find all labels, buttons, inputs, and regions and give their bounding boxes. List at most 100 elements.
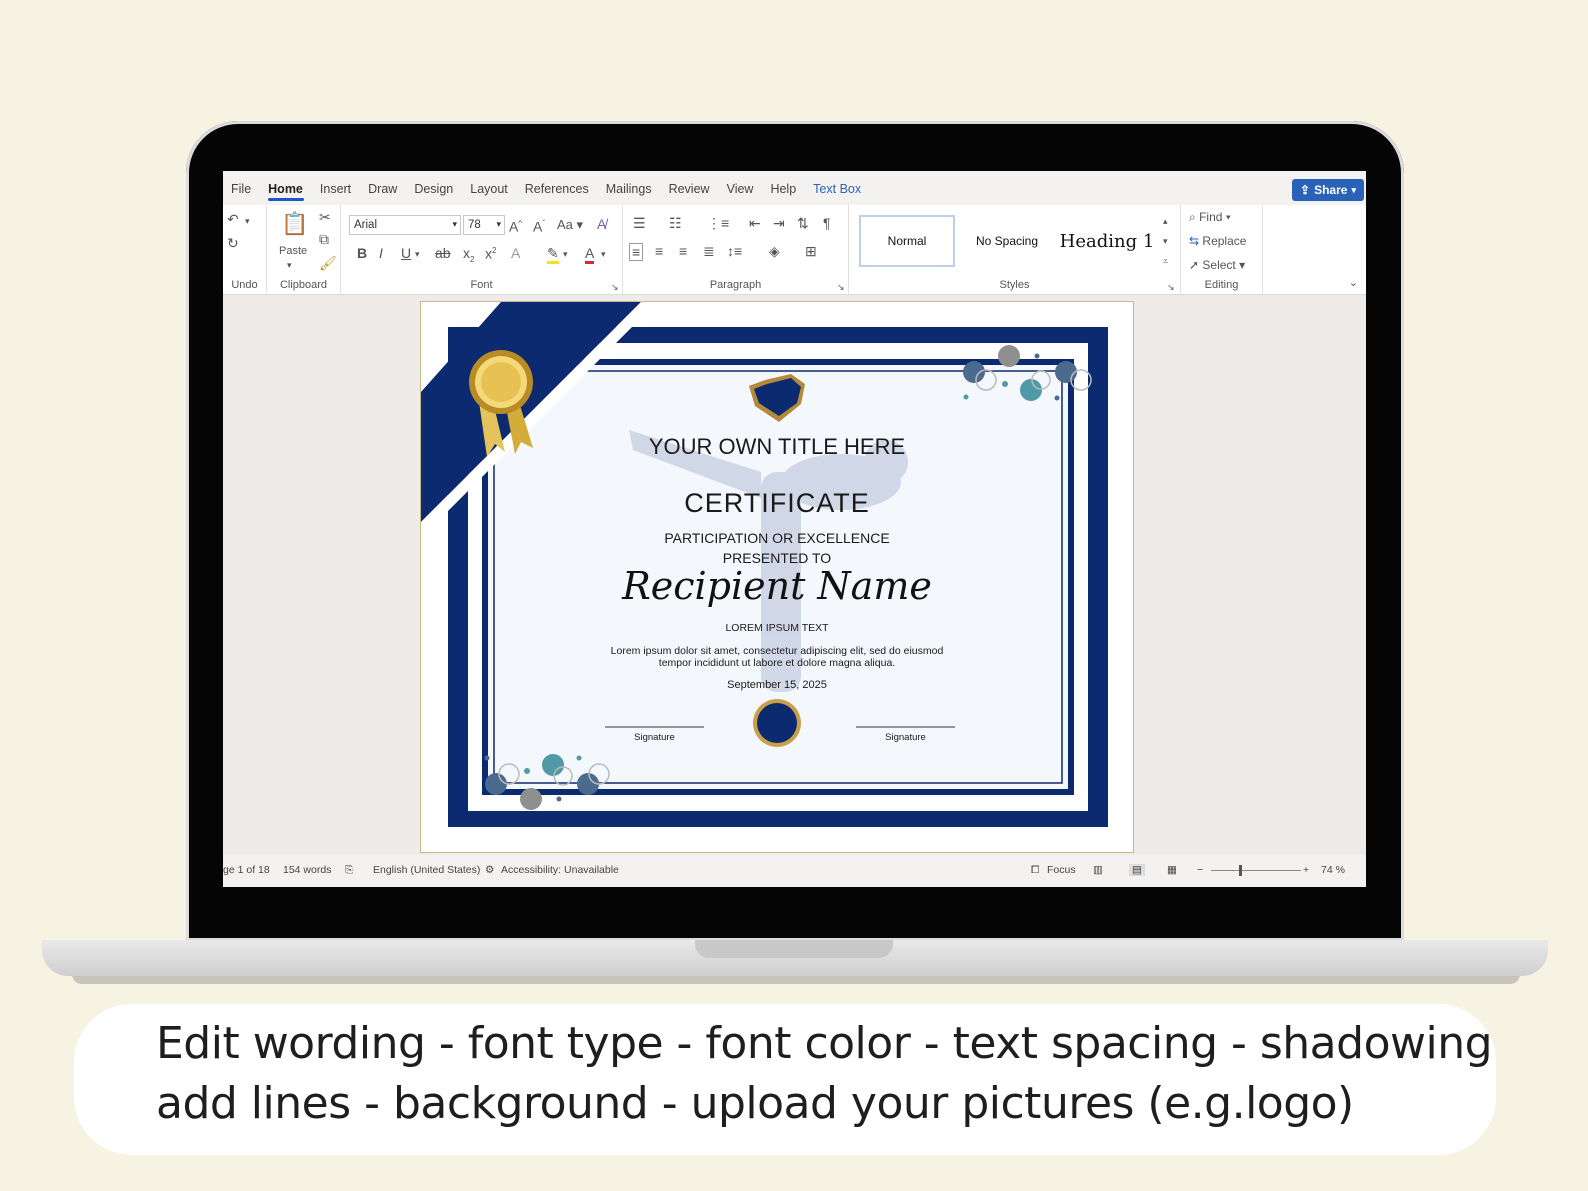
share-button[interactable]: ⇪ Share ▾: [1292, 179, 1364, 201]
collapse-ribbon-icon[interactable]: ⌄: [1349, 275, 1358, 291]
styles-more-icon[interactable]: ⩡: [1163, 253, 1168, 269]
styles-group: Normal No Spacing Heading 1 ▴ ▾ ⩡ ↘ Styl…: [849, 205, 1181, 295]
chevron-down-icon[interactable]: ▾: [287, 257, 292, 273]
tab-layout[interactable]: Layout: [462, 171, 517, 205]
highlight-icon[interactable]: ✎: [547, 245, 559, 264]
shading-icon[interactable]: ◈: [769, 243, 780, 259]
certificate-body-line-2[interactable]: tempor incididunt ut labore et dolore ma…: [421, 657, 1133, 669]
styles-scroll-down-icon[interactable]: ▾: [1163, 233, 1168, 249]
select-button[interactable]: ➚ Select ▾: [1189, 257, 1245, 273]
multilevel-list-icon[interactable]: ⋮≡: [707, 215, 729, 231]
increase-indent-icon[interactable]: ⇥: [773, 215, 785, 231]
certificate-date[interactable]: September 15, 2025: [421, 679, 1133, 691]
change-case-label: Aa: [557, 217, 573, 232]
editing-group: ⌕ Find ▾ ⇆ Replace ➚ Select ▾ Editing: [1181, 205, 1263, 295]
tab-draw[interactable]: Draw: [360, 171, 406, 205]
strikethrough-icon[interactable]: ab: [435, 245, 451, 261]
paste-icon[interactable]: 📋: [281, 211, 308, 237]
chevron-down-icon[interactable]: ▾: [601, 246, 606, 262]
tab-insert[interactable]: Insert: [312, 171, 360, 205]
certificate-recipient-name[interactable]: Recipient Name: [421, 564, 1133, 608]
show-formatting-icon[interactable]: ¶: [823, 215, 831, 231]
tab-view[interactable]: View: [719, 171, 763, 205]
paste-label[interactable]: Paste: [279, 243, 307, 259]
redo-icon[interactable]: ↻: [227, 235, 239, 251]
italic-icon[interactable]: I: [379, 245, 383, 261]
replace-button[interactable]: ⇆ Replace: [1189, 233, 1246, 249]
chevron-down-icon: ▾: [452, 219, 457, 229]
superscript-icon[interactable]: x2: [485, 243, 496, 262]
tab-review[interactable]: Review: [661, 171, 719, 205]
tab-mailings[interactable]: Mailings: [598, 171, 661, 205]
shrink-font-icon[interactable]: Aˇ: [533, 216, 545, 235]
font-name-value: Arial: [354, 219, 378, 231]
subscript-icon[interactable]: x2: [463, 245, 474, 268]
find-button[interactable]: ⌕ Find ▾: [1189, 209, 1231, 225]
bullets-icon[interactable]: ☰: [633, 215, 646, 231]
style-heading-1[interactable]: Heading 1: [1057, 215, 1157, 267]
language-status[interactable]: English (United States): [373, 864, 480, 876]
proofing-icon[interactable]: ⎘: [345, 864, 353, 877]
font-color-icon[interactable]: A: [585, 245, 595, 264]
underline-icon[interactable]: U: [401, 245, 411, 261]
format-painter-icon[interactable]: 🖌: [319, 255, 337, 271]
copy-icon[interactable]: ⧉: [319, 231, 329, 247]
select-label: Select: [1202, 258, 1236, 272]
web-layout-icon[interactable]: ▦: [1167, 864, 1177, 876]
certificate-title[interactable]: CERTIFICATE: [421, 488, 1133, 519]
borders-icon[interactable]: ⊞: [805, 243, 817, 259]
tab-text-box[interactable]: Text Box: [805, 171, 870, 205]
zoom-in-icon[interactable]: +: [1303, 864, 1309, 876]
sort-icon[interactable]: ⇅: [797, 215, 809, 231]
zoom-slider-thumb[interactable]: [1239, 865, 1242, 876]
cut-icon[interactable]: ✂: [319, 209, 331, 225]
word-window: File Home Insert Draw Design Layout Refe…: [223, 171, 1366, 887]
tab-help[interactable]: Help: [762, 171, 805, 205]
page-count[interactable]: ge 1 of 18: [223, 864, 270, 876]
read-mode-icon[interactable]: ▥: [1093, 864, 1103, 876]
zoom-out-icon[interactable]: −: [1197, 864, 1203, 876]
numbering-icon[interactable]: ☷: [669, 215, 682, 231]
tab-file[interactable]: File: [223, 171, 260, 205]
align-center-icon[interactable]: ≡: [655, 243, 663, 259]
zoom-slider-track[interactable]: [1211, 870, 1301, 871]
document-page[interactable]: YOUR OWN TITLE HERE CERTIFICATE PARTICIP…: [420, 301, 1134, 853]
chevron-down-icon[interactable]: ▾: [563, 246, 568, 262]
document-canvas[interactable]: YOUR OWN TITLE HERE CERTIFICATE PARTICIP…: [223, 296, 1366, 855]
certificate-subtitle-1[interactable]: PARTICIPATION OR EXCELLENCE: [421, 530, 1133, 546]
text-effects-icon[interactable]: A: [511, 245, 520, 261]
style-normal[interactable]: Normal: [859, 215, 955, 267]
accessibility-status[interactable]: Accessibility: Unavailable: [501, 864, 619, 876]
tab-references[interactable]: References: [517, 171, 598, 205]
certificate-own-title[interactable]: YOUR OWN TITLE HERE: [421, 434, 1133, 460]
justify-icon[interactable]: ≣: [703, 243, 715, 259]
signature-label-right[interactable]: Signature: [856, 732, 955, 743]
chevron-down-icon[interactable]: ▾: [245, 213, 250, 229]
clear-formatting-icon[interactable]: A̸: [597, 216, 606, 232]
bold-icon[interactable]: B: [357, 245, 367, 261]
certificate-lorem-heading[interactable]: LOREM IPSUM TEXT: [421, 622, 1133, 634]
print-layout-icon[interactable]: ▤: [1129, 864, 1145, 876]
signature-label-left[interactable]: Signature: [605, 732, 704, 743]
undo-icon[interactable]: ↶: [227, 211, 239, 227]
share-icon: ⇪: [1300, 183, 1311, 197]
zoom-level[interactable]: 74 %: [1321, 864, 1345, 876]
word-count[interactable]: 154 words: [283, 864, 331, 876]
font-size-dropdown[interactable]: 78 ▾: [463, 215, 505, 235]
change-case-button[interactable]: Aa ▾: [557, 217, 583, 233]
clipboard-group-label: Clipboard: [279, 279, 328, 291]
style-no-spacing[interactable]: No Spacing: [959, 215, 1055, 267]
tab-home[interactable]: Home: [260, 171, 312, 205]
tab-design[interactable]: Design: [406, 171, 462, 205]
decrease-indent-icon[interactable]: ⇤: [749, 215, 761, 231]
editing-group-label: Editing: [1204, 279, 1239, 291]
certificate-body-line-1[interactable]: Lorem ipsum dolor sit amet, consectetur …: [421, 645, 1133, 657]
grow-font-icon[interactable]: A^: [509, 216, 522, 235]
line-spacing-icon[interactable]: ↕≡: [727, 243, 742, 259]
font-name-dropdown[interactable]: Arial ▾: [349, 215, 461, 235]
align-right-icon[interactable]: ≡: [679, 243, 687, 259]
align-left-icon[interactable]: ≡: [629, 243, 644, 261]
styles-scroll-up-icon[interactable]: ▴: [1163, 213, 1168, 229]
focus-mode-label[interactable]: Focus: [1047, 864, 1076, 876]
chevron-down-icon[interactable]: ▾: [415, 246, 420, 262]
